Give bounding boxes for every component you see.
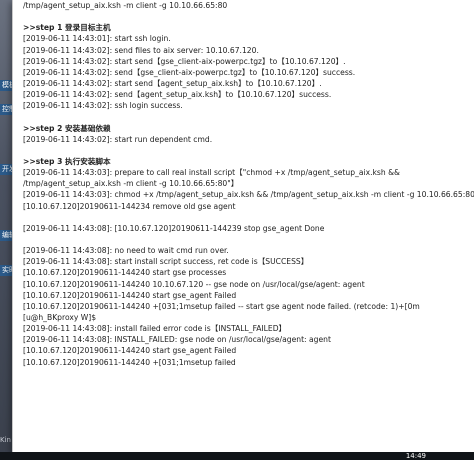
install-log: /tmp/agent_setup_aix.ksh -m client -g 10… xyxy=(23,0,474,368)
taskbar-clock[interactable]: 14:49 xyxy=(406,452,426,460)
log-blank-line xyxy=(23,145,474,156)
log-line: [2019-06-11 14:43:02]: start send【gse_cl… xyxy=(23,56,346,66)
log-step-heading: >>step 1 登录目标主机 xyxy=(23,23,111,33)
taskbar: 14:49 xyxy=(0,452,474,460)
log-step-heading: >>step 3 执行安装脚本 xyxy=(23,156,111,166)
log-line: [10.10.67.120]20190611-144240 +[031;1mse… xyxy=(23,301,420,311)
log-line: [10.10.67.120]20190611-144240 10.10.67.1… xyxy=(23,279,365,289)
log-step-heading: >>step 2 安装基础依赖 xyxy=(23,123,111,133)
background-text: Kin xyxy=(0,436,11,444)
install-log-dialog: /tmp/agent_setup_aix.ksh -m client -g 10… xyxy=(12,0,474,452)
log-line: [2019-06-11 14:43:01]: start ssh login. xyxy=(23,34,171,44)
log-line: [10.10.67.120]20190611-144240 start gse_… xyxy=(23,346,237,356)
log-line: [2019-06-11 14:43:08]: install failed er… xyxy=(23,324,287,334)
log-line: [2019-06-11 14:43:03]: chmod +x /tmp/age… xyxy=(23,190,474,200)
log-blank-line xyxy=(23,234,474,245)
log-line: [2019-06-11 14:43:08]: start install scr… xyxy=(23,257,309,267)
log-blank-line xyxy=(23,11,474,22)
screen: Kin 模板 控制 开发 编辑 实时 /tmp/agent_setup_aix.ksh … xyxy=(0,0,474,460)
log-line: [10.10.67.120]20190611-144234 remove old… xyxy=(23,201,236,211)
log-line: [2019-06-11 14:43:02]: start run depende… xyxy=(23,134,213,144)
log-blank-line xyxy=(23,111,474,122)
log-line: /tmp/agent_setup_aix.ksh -m client -g 10… xyxy=(23,179,239,189)
log-line: [10.10.67.120]20190611-144240 start gse … xyxy=(23,268,227,278)
log-line: [2019-06-11 14:43:08]: [10.10.67.120]201… xyxy=(23,223,325,233)
log-line: [2019-06-11 14:43:02]: start send【agent_… xyxy=(23,78,322,88)
log-line: [2019-06-11 14:43:02]: ssh login success… xyxy=(23,101,183,111)
log-line: [2019-06-11 14:43:03]: prepare to call r… xyxy=(23,168,400,178)
log-line: /tmp/agent_setup_aix.ksh -m client -g 10… xyxy=(23,1,228,10)
log-line: [10.10.67.120]20190611-144240 start gse_… xyxy=(23,290,237,300)
log-line: [2019-06-11 14:43:08]: INSTALL_FAILED: g… xyxy=(23,335,331,345)
log-blank-line xyxy=(23,212,474,223)
log-line: [2019-06-11 14:43:02]: send files to aix… xyxy=(23,45,259,55)
log-line: [u@h_BKproxy W]$ xyxy=(23,312,97,322)
log-line: [2019-06-11 14:43:02]: send【agent_setup_… xyxy=(23,90,332,100)
log-line: [2019-06-11 14:43:08]: no need to wait c… xyxy=(23,246,229,256)
log-line: [2019-06-11 14:43:02]: send【gse_client-a… xyxy=(23,67,356,77)
log-line: [10.10.67.120]20190611-144240 +[031;1mse… xyxy=(23,357,236,367)
